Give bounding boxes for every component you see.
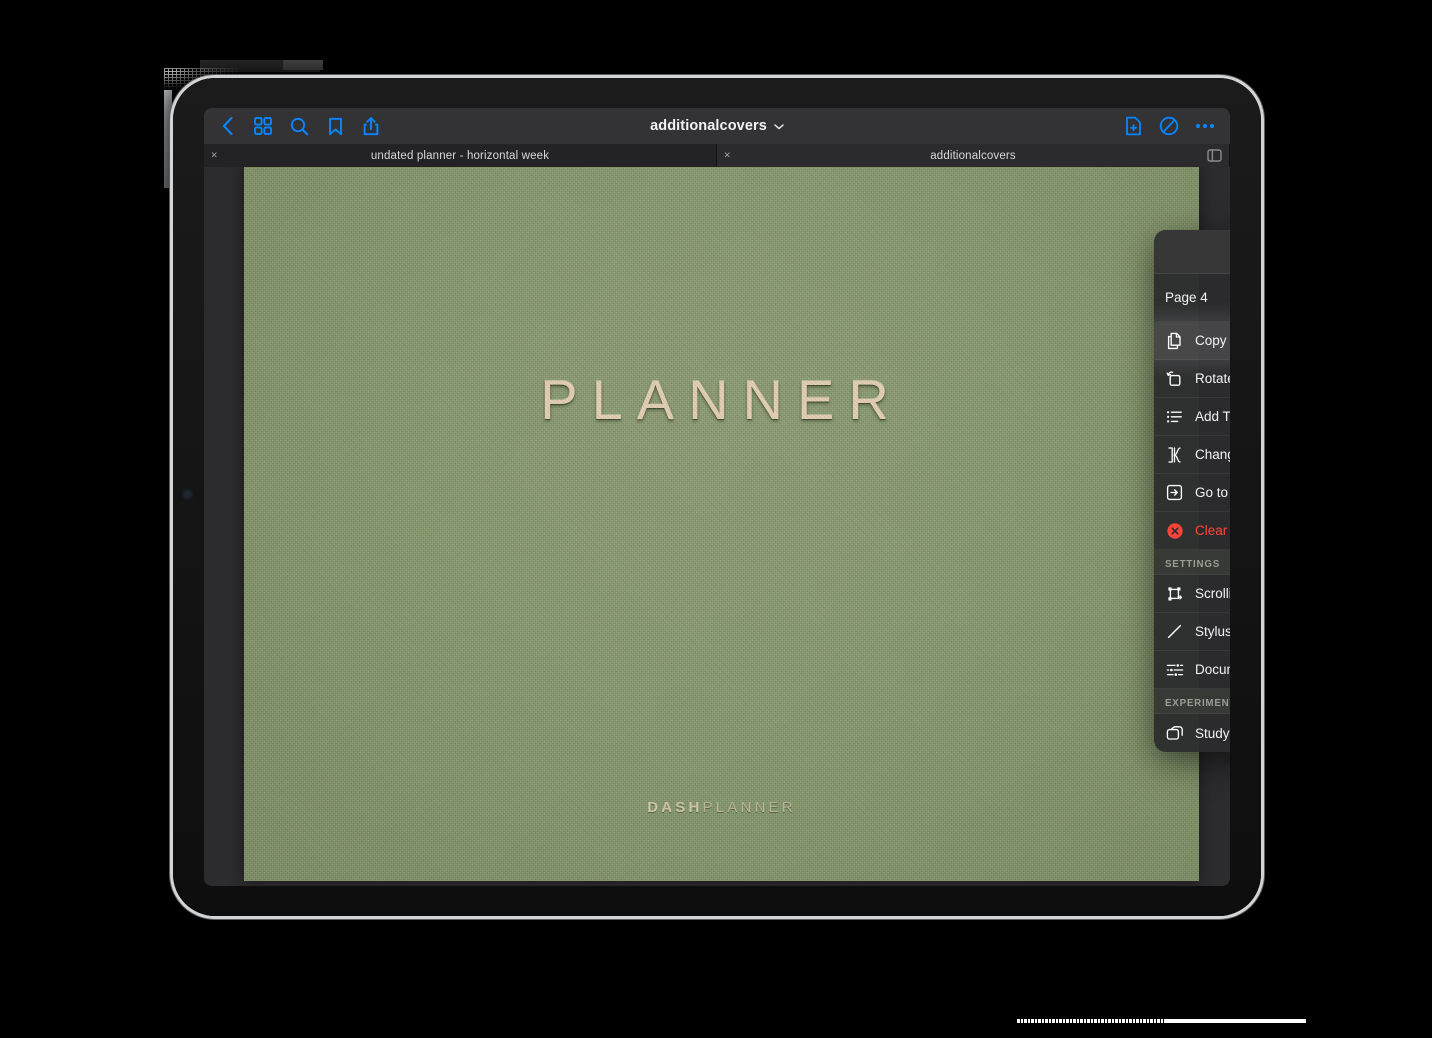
document-editing-icon xyxy=(1165,662,1184,678)
toolbar-left-group xyxy=(204,111,386,141)
menu-item-label: Study Flashcards xyxy=(1195,725,1230,741)
document-title[interactable]: additionalcovers xyxy=(650,118,784,134)
tab-strip: × undated planner - horizontal week × ad… xyxy=(204,144,1230,167)
menu-item-clear-page[interactable]: Clear Page xyxy=(1154,512,1230,550)
app-toolbar: additionalcovers xyxy=(204,108,1230,144)
clear-page-icon xyxy=(1165,522,1184,540)
page-cover-image[interactable]: PLANNER DASHPLANNER xyxy=(244,167,1199,881)
menu-item-rotate-this-page[interactable]: Rotate This Page › xyxy=(1154,360,1230,398)
tab-additionalcovers[interactable]: × additionalcovers xyxy=(717,144,1230,167)
cover-brand-bold: DASH xyxy=(647,799,703,816)
tab-close-icon[interactable]: × xyxy=(724,150,730,161)
tab-label: additionalcovers xyxy=(930,149,1016,162)
menu-item-label: Change Template xyxy=(1195,447,1230,462)
search-icon[interactable] xyxy=(284,111,314,141)
capture-artifact-bottom-noise xyxy=(1020,1019,1165,1023)
menu-item-label: Clear Page xyxy=(1195,523,1230,538)
menu-item-label: Rotate This Page xyxy=(1195,371,1230,386)
menu-item-label: Stylus & Palm Rejection xyxy=(1195,624,1230,639)
template-icon xyxy=(1165,446,1184,464)
tab-close-icon[interactable]: × xyxy=(211,150,217,161)
document-canvas[interactable]: PLANNER DASHPLANNER More Page 4 PLANNER xyxy=(204,167,1230,886)
menu-item-label: Add This Page to Outline xyxy=(1195,409,1230,424)
add-page-icon[interactable] xyxy=(1118,111,1148,141)
current-page-row[interactable]: Page 4 PLANNER xyxy=(1154,274,1230,322)
menu-item-stylus-palm-rejection[interactable]: Stylus & Palm Rejection xyxy=(1154,613,1230,651)
front-camera-icon xyxy=(184,491,191,498)
capture-artifact-left xyxy=(164,90,172,188)
ipad-screen: additionalcovers × undated planner - hor… xyxy=(204,108,1230,886)
menu-item-go-to-page[interactable]: Go to Page (1 – 8) xyxy=(1154,474,1230,512)
more-popover: More Page 4 PLANNER xyxy=(1154,230,1230,752)
current-page-label: Page 4 xyxy=(1165,290,1208,305)
outline-icon xyxy=(1165,409,1184,425)
menu-item-document-editing[interactable]: Document Editing xyxy=(1154,651,1230,689)
more-button[interactable] xyxy=(1190,111,1220,141)
popover-header: More xyxy=(1154,230,1230,274)
capture-artifact-top-2 xyxy=(283,60,323,70)
cover-brand: DASHPLANNER xyxy=(244,799,1199,816)
section-header-settings: SETTINGS xyxy=(1154,550,1230,575)
thumbnails-button[interactable] xyxy=(248,111,278,141)
rotate-icon xyxy=(1165,370,1184,388)
menu-item-scrolling-direction[interactable]: Scrolling Direction Horizontal › xyxy=(1154,575,1230,613)
read-only-toggle-icon[interactable] xyxy=(1154,111,1184,141)
goto-page-icon xyxy=(1165,484,1184,501)
screenshot-stage: additionalcovers × undated planner - hor… xyxy=(0,0,1432,1038)
section-header-experimental-features: EXPERIMENTAL FEATURES xyxy=(1154,689,1230,714)
chevron-down-icon[interactable] xyxy=(774,118,784,134)
cover-title: PLANNER xyxy=(540,368,903,431)
menu-item-label: Document Editing xyxy=(1195,662,1230,677)
share-icon[interactable] xyxy=(356,111,386,141)
tab-label: undated planner - horizontal week xyxy=(370,149,550,162)
ipad-device-frame: additionalcovers × undated planner - hor… xyxy=(173,78,1261,916)
scrolling-direction-icon xyxy=(1165,585,1184,603)
menu-item-change-template[interactable]: Change Template xyxy=(1154,436,1230,474)
flashcards-icon xyxy=(1165,725,1184,741)
back-button[interactable] xyxy=(212,111,242,141)
copy-icon xyxy=(1165,332,1184,350)
menu-item-label: Go to Page xyxy=(1195,485,1230,500)
toolbar-right-group xyxy=(1118,108,1220,144)
menu-item-study-flashcards[interactable]: Study Flashcards xyxy=(1154,714,1230,752)
bookmark-icon[interactable] xyxy=(320,111,350,141)
menu-item-label: Scrolling Direction xyxy=(1195,586,1230,601)
tab-undated-planner[interactable]: × undated planner - horizontal week xyxy=(204,144,717,167)
stylus-icon xyxy=(1165,623,1184,640)
document-title-text: additionalcovers xyxy=(650,118,767,134)
menu-item-add-this-page-to-outline[interactable]: Add This Page to Outline xyxy=(1154,398,1230,436)
menu-item-copy-page[interactable]: Copy Page xyxy=(1154,322,1230,360)
menu-item-label: Copy Page xyxy=(1195,333,1230,348)
cover-brand-rest: PLANNER xyxy=(702,799,796,816)
sidebar-toggle-icon[interactable] xyxy=(1202,144,1226,167)
